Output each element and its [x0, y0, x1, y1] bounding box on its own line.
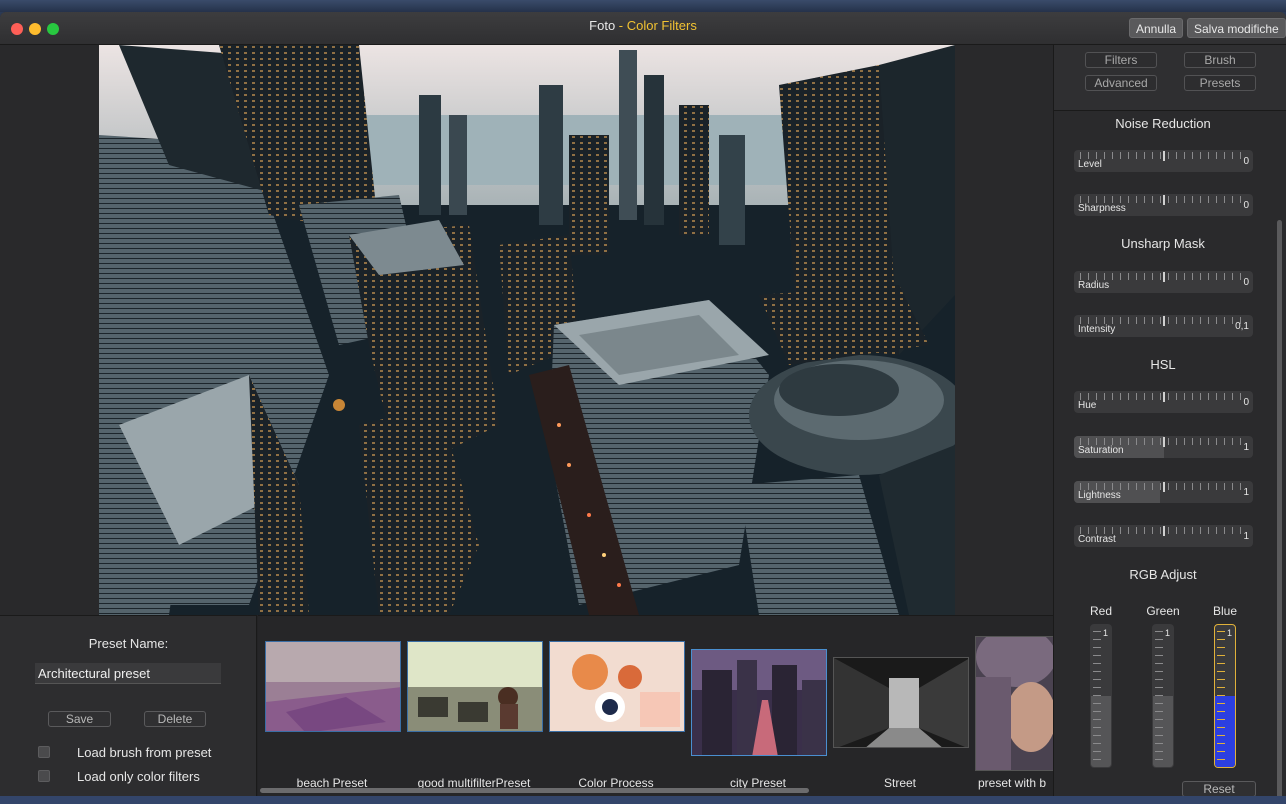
load-color-checkbox[interactable]	[38, 770, 50, 782]
thumbnail-label: preset with b	[978, 776, 1047, 790]
thumbnail-preset-with-b[interactable]	[975, 636, 1053, 771]
thumbnail-multifilter[interactable]	[407, 641, 543, 732]
green-slider[interactable]: 1	[1152, 624, 1174, 768]
saturation-slider[interactable]: Saturation 1	[1074, 436, 1253, 458]
slider-value: 1	[1243, 487, 1249, 498]
lightness-slider[interactable]: Lightness 1	[1074, 481, 1253, 503]
red-label: Red	[1089, 604, 1112, 618]
desktop-background	[0, 0, 1286, 12]
preset-thumbnail-strip: beach Preset good multifilterPreset Colo…	[258, 615, 1053, 796]
slider-value: 0	[1243, 277, 1249, 288]
portrait-thumbnail-image	[976, 637, 1053, 770]
adjustments-panel: Filters Brush Advanced Presets Noise Red…	[1053, 45, 1286, 796]
desktop-background-bottom	[0, 796, 1286, 804]
slider-label: Radius	[1078, 280, 1110, 291]
slider-value: 0	[1243, 397, 1249, 408]
slider-thumb[interactable]	[1163, 316, 1165, 326]
blue-label: Blue	[1212, 604, 1238, 618]
sharpness-slider[interactable]: Sharpness 0	[1074, 194, 1253, 216]
slider-label: Intensity	[1078, 324, 1116, 335]
edited-photo[interactable]	[99, 45, 955, 615]
noise-reduction-title: Noise Reduction	[1115, 116, 1211, 131]
slider-ticks	[1155, 631, 1163, 761]
thumbnail-color-process[interactable]	[549, 641, 685, 732]
panel-scrollbar[interactable]	[1277, 220, 1282, 796]
slider-value: 0	[1243, 200, 1249, 211]
save-preset-button[interactable]: Save	[48, 711, 111, 727]
slider-thumb[interactable]	[1163, 392, 1165, 402]
app-name: Foto	[589, 18, 616, 33]
slider-thumb[interactable]	[1163, 437, 1165, 447]
load-brush-label: Load brush from preset	[77, 745, 212, 760]
hsl-title: HSL	[1150, 357, 1176, 372]
hue-slider[interactable]: Hue 0	[1074, 391, 1253, 413]
image-canvas-area	[0, 45, 1053, 615]
city-thumbnail-image	[692, 650, 826, 755]
title-separator: -	[615, 18, 627, 33]
street-thumbnail-image	[834, 658, 968, 747]
slider-value: 0	[1243, 156, 1249, 167]
tab-brush[interactable]: Brush	[1184, 52, 1256, 68]
slider-value: 0,1	[1235, 321, 1249, 332]
slider-label: Saturation	[1078, 445, 1124, 456]
slider-value: 1	[1226, 628, 1232, 638]
blue-slider[interactable]: 1	[1214, 624, 1236, 768]
multifilter-thumbnail-image	[408, 642, 542, 731]
tab-advanced[interactable]: Advanced	[1085, 75, 1157, 91]
tab-filters[interactable]: Filters	[1085, 52, 1157, 68]
cancel-button[interactable]: Annulla	[1129, 18, 1184, 38]
delete-preset-button[interactable]: Delete	[144, 711, 206, 727]
slider-thumb[interactable]	[1163, 482, 1165, 492]
slider-value: 1	[1164, 628, 1170, 638]
slider-label: Sharpness	[1078, 203, 1126, 214]
slider-thumb[interactable]	[1163, 151, 1165, 161]
slider-label: Hue	[1078, 400, 1097, 411]
color-process-thumbnail-image	[550, 642, 684, 731]
save-changes-button[interactable]: Salva modifiche	[1187, 18, 1286, 38]
beach-thumbnail-image	[266, 642, 400, 731]
thumbnail-label: Street	[883, 776, 916, 790]
tab-presets[interactable]: Presets	[1184, 75, 1256, 91]
preset-name-label: Preset Name:	[88, 636, 169, 651]
contrast-slider[interactable]: Contrast 1	[1074, 525, 1253, 547]
unsharp-mask-title: Unsharp Mask	[1121, 236, 1205, 251]
load-color-label: Load only color filters	[77, 769, 200, 784]
slider-ticks	[1217, 631, 1225, 761]
slider-value: 1	[1243, 442, 1249, 453]
thumbnail-scrollbar[interactable]	[260, 788, 809, 793]
section-name: Color Filters	[626, 18, 697, 33]
rgb-adjust-title: RGB Adjust	[1129, 567, 1197, 582]
preset-panel: Preset Name: Save Delete Load brush from…	[0, 615, 257, 796]
slider-label: Level	[1078, 159, 1102, 170]
city-photo-illustration	[99, 45, 955, 615]
thumbnail-street[interactable]	[833, 657, 969, 748]
app-window: Foto - Color Filters Annulla Salva modif…	[0, 12, 1286, 796]
reset-button[interactable]: Reset	[1182, 781, 1256, 796]
radius-slider[interactable]: Radius 0	[1074, 271, 1253, 293]
slider-label: Lightness	[1078, 490, 1121, 501]
slider-value: 1	[1102, 628, 1108, 638]
slider-label: Contrast	[1078, 534, 1116, 545]
thumbnail-city[interactable]	[691, 649, 827, 756]
intensity-slider[interactable]: Intensity 0,1	[1074, 315, 1253, 337]
slider-ticks	[1093, 631, 1101, 761]
slider-thumb[interactable]	[1163, 526, 1165, 536]
level-slider[interactable]: Level 0	[1074, 150, 1253, 172]
slider-value: 1	[1243, 531, 1249, 542]
thumbnail-beach[interactable]	[265, 641, 401, 732]
panel-tab-strip: Filters Brush Advanced Presets	[1054, 45, 1286, 111]
load-brush-checkbox[interactable]	[38, 746, 50, 758]
slider-thumb[interactable]	[1163, 272, 1165, 282]
title-bar: Foto - Color Filters Annulla Salva modif…	[0, 12, 1286, 45]
red-slider[interactable]: 1	[1090, 624, 1112, 768]
window-title: Foto - Color Filters	[0, 12, 1286, 45]
slider-thumb[interactable]	[1163, 195, 1165, 205]
green-label: Green	[1146, 604, 1180, 618]
preset-name-input[interactable]	[35, 663, 221, 684]
